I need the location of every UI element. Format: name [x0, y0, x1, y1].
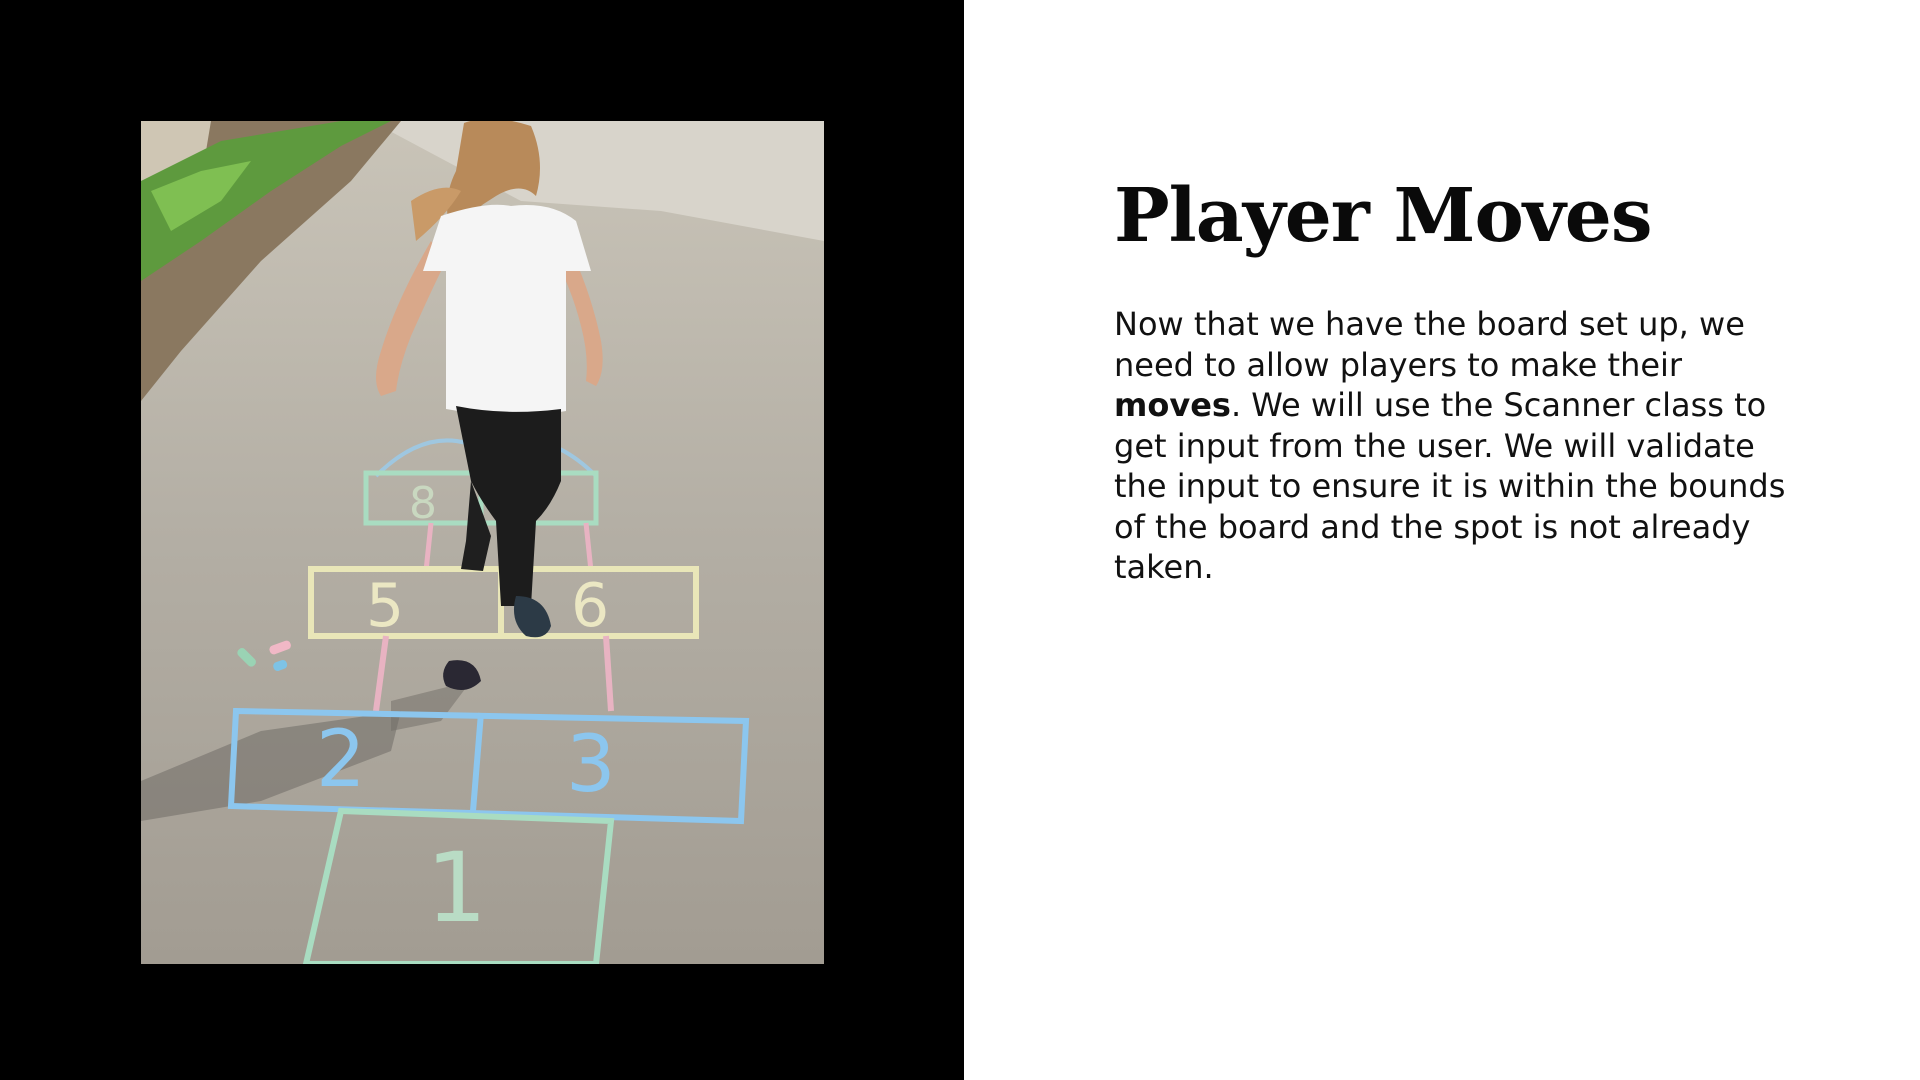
- chalk-number-1: 1: [426, 832, 487, 944]
- body-text-part-1: Now that we have the board set up, we ne…: [1114, 305, 1745, 384]
- hopscotch-photo: 8 9 5 6 2 3 1: [141, 121, 824, 964]
- slide: 8 9 5 6 2 3 1: [0, 0, 1920, 1080]
- slide-title: Player Moves: [1114, 173, 1653, 259]
- slide-body-text: Now that we have the board set up, we ne…: [1114, 304, 1794, 588]
- chalk-number-5: 5: [366, 571, 404, 641]
- chalk-number-6: 6: [571, 571, 609, 641]
- girl-shirt: [423, 204, 591, 416]
- hopscotch-illustration: 8 9 5 6 2 3 1: [141, 121, 824, 964]
- body-text-bold-moves: moves: [1114, 386, 1231, 424]
- chalk-number-8: 8: [409, 478, 437, 529]
- chalk-number-2: 2: [316, 715, 366, 805]
- left-panel: 8 9 5 6 2 3 1: [0, 0, 964, 1080]
- chalk-number-3: 3: [566, 720, 616, 810]
